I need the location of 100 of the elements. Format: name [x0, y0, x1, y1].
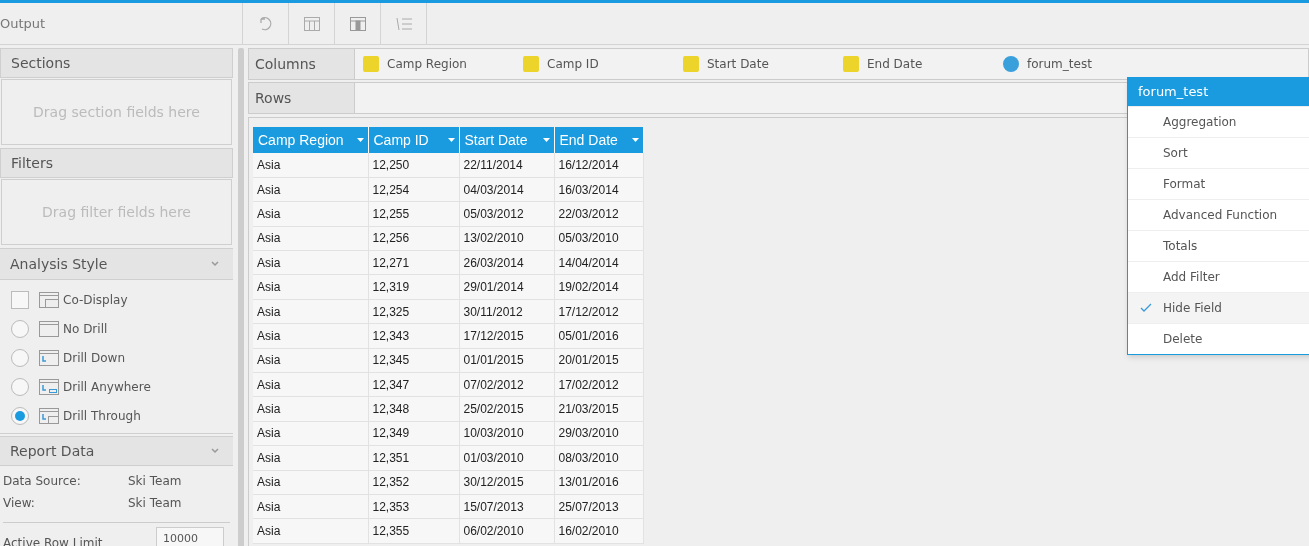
field-chip[interactable]: Camp ID: [523, 55, 683, 73]
shelf-label: Rows: [249, 83, 355, 113]
table-cell: 06/02/2010: [459, 518, 554, 544]
dimension-icon: [523, 56, 539, 72]
table-cell: Asia: [253, 250, 368, 275]
table-cell: Asia: [253, 274, 368, 300]
table-cell: Asia: [253, 494, 368, 519]
table-cell: 17/12/2012: [554, 299, 643, 324]
table-cell: 12,355: [368, 518, 459, 544]
menu-title: forum_test: [1128, 78, 1309, 106]
checkmark-icon: [1139, 303, 1152, 313]
dropdown-caret-icon: [447, 138, 455, 142]
section-header[interactable]: Report Data: [0, 436, 233, 466]
table-cell: 12,351: [368, 445, 459, 471]
view-mode-icon: [39, 291, 59, 308]
table-cell: 12,348: [368, 396, 459, 422]
view-mode-icon: [39, 320, 59, 337]
field-chip[interactable]: forum_test: [1003, 55, 1163, 73]
table-cell: 12,254: [368, 177, 459, 202]
table-cell: Asia: [253, 226, 368, 251]
field-chip[interactable]: Start Date: [683, 55, 843, 73]
option-label: Drill Through: [63, 407, 141, 425]
table-cell: Asia: [253, 348, 368, 373]
table-cell: 04/03/2014: [459, 177, 554, 202]
property-label: View:: [3, 495, 36, 512]
section-title: Report Data: [10, 441, 95, 461]
table-cell: 07/02/2012: [459, 372, 554, 397]
panel-header: Sections: [0, 48, 233, 78]
view-mode-icon: [39, 349, 59, 366]
table-cell: 17/02/2012: [554, 372, 643, 397]
view-mode-icon: [39, 407, 59, 424]
property-value: Ski Team: [128, 495, 182, 512]
shelf-label: Columns: [249, 49, 355, 79]
panel-title: Output: [0, 14, 46, 33]
option-label: Drill Down: [63, 349, 125, 367]
radio-button[interactable]: [11, 348, 29, 367]
splitter[interactable]: [237, 48, 244, 546]
table-cell: 05/03/2010: [554, 226, 643, 251]
table-cell: 14/04/2014: [554, 250, 643, 275]
view-mode-icon: [39, 378, 59, 395]
menu-item[interactable]: Aggregation: [1128, 106, 1309, 137]
table-cell: 12,343: [368, 323, 459, 349]
table-cell: 30/12/2015: [459, 470, 554, 495]
table-cell: Asia: [253, 323, 368, 349]
table-cell: 29/01/2014: [459, 274, 554, 300]
table-cell: Asia: [253, 421, 368, 446]
table-cell: 12,349: [368, 421, 459, 446]
table-cell: Asia: [253, 299, 368, 324]
menu-item[interactable]: Totals: [1128, 230, 1309, 261]
radio-button[interactable]: [11, 319, 29, 338]
table-cell: 10/03/2010: [459, 421, 554, 446]
checkbox[interactable]: [11, 290, 29, 309]
table-cell: 12,325: [368, 299, 459, 324]
menu-item[interactable]: Hide Field: [1128, 292, 1309, 323]
dropdown-caret-icon: [631, 138, 639, 142]
section-title: Analysis Style: [10, 254, 108, 274]
option-label: No Drill: [63, 320, 108, 338]
menu-item[interactable]: Sort: [1128, 137, 1309, 168]
field-chip[interactable]: Camp Region: [363, 55, 523, 73]
table-cell: 01/01/2015: [459, 348, 554, 373]
dimension-icon: [363, 56, 379, 72]
table-cell: Asia: [253, 396, 368, 422]
table-cell: 12,271: [368, 250, 459, 275]
table-cell: 15/07/2013: [459, 494, 554, 519]
table-cell: 22/11/2014: [459, 153, 554, 178]
table-cell: 05/01/2016: [554, 323, 643, 349]
table-cell: 16/03/2014: [554, 177, 643, 202]
table-cell: 13/01/2016: [554, 470, 643, 495]
row-limit-field[interactable]: 10000: [156, 527, 224, 546]
table-cell: 13/02/2010: [459, 226, 554, 251]
property-label: Data Source:: [3, 473, 82, 490]
dimension-icon: [683, 56, 699, 72]
table-cell: 05/03/2012: [459, 201, 554, 227]
radio-button[interactable]: [11, 406, 29, 425]
menu-item[interactable]: Advanced Function: [1128, 199, 1309, 230]
section-header[interactable]: Analysis Style: [0, 248, 233, 280]
dimension-icon: [843, 56, 859, 72]
table-cell: Asia: [253, 153, 368, 178]
table-cell: Asia: [253, 445, 368, 471]
table-cell: Asia: [253, 201, 368, 227]
menu-item[interactable]: Delete: [1128, 323, 1309, 354]
table-cell: 12,352: [368, 470, 459, 495]
table-cell: Asia: [253, 372, 368, 397]
table-cell: 12,319: [368, 274, 459, 300]
table-cell: 17/12/2015: [459, 323, 554, 349]
metric-icon: [1003, 56, 1019, 72]
table-cell: 25/02/2015: [459, 396, 554, 422]
table-cell: 29/03/2010: [554, 421, 643, 446]
option-label: Co-Display: [63, 291, 128, 309]
dropdown-caret-icon: [542, 138, 550, 142]
table-cell: 12,347: [368, 372, 459, 397]
table-cell: 12,255: [368, 201, 459, 227]
radio-button[interactable]: [11, 377, 29, 396]
table-cell: Asia: [253, 177, 368, 202]
field-chip[interactable]: End Date: [843, 55, 1003, 73]
option-label: Drill Anywhere: [63, 378, 151, 396]
menu-item[interactable]: Format: [1128, 168, 1309, 199]
table-cell: 12,250: [368, 153, 459, 178]
panel-header: Filters: [0, 148, 233, 178]
table-cell: Asia: [253, 518, 368, 544]
